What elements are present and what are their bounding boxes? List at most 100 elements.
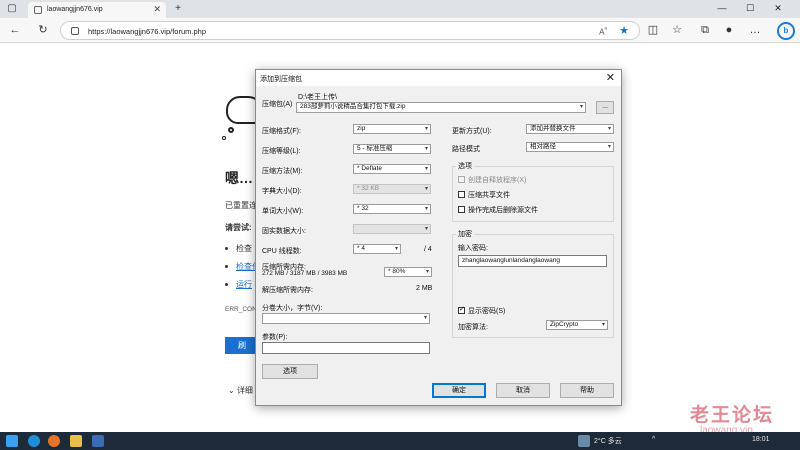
details-label: 详细 — [236, 386, 253, 395]
split-screen-icon[interactable]: ◫ — [646, 23, 660, 37]
chevron-down-icon[interactable]: ▾ — [608, 143, 611, 151]
ok-button[interactable]: 确定 — [432, 383, 486, 398]
details-toggle[interactable]: ⌄ 详细 — [228, 385, 253, 396]
shared-label[interactable]: 压缩共享文件 — [468, 190, 510, 200]
explorer-icon[interactable] — [70, 435, 82, 447]
level-select[interactable]: 5 - 标准压缩 ▾ — [353, 144, 431, 154]
method-select[interactable]: * Deflate ▾ — [353, 164, 431, 174]
nav-bar: ← ↻ https://laowangjjn676.vip/forum.php … — [0, 18, 800, 43]
decomp-value: 2 MB — [416, 285, 433, 292]
dialog-titlebar: 添加到压缩包 ✕ — [256, 70, 621, 86]
firefox-icon[interactable] — [48, 435, 60, 447]
path-select[interactable]: 相对路径 ▾ — [526, 142, 614, 152]
chevron-down-icon[interactable]: ▾ — [425, 165, 428, 173]
dialog-title: 添加到压缩包 — [260, 76, 302, 83]
new-tab-button[interactable]: + — [172, 3, 184, 15]
tab-actions-icon[interactable]: ▢ — [6, 3, 18, 15]
chevron-down-icon[interactable]: ▾ — [602, 321, 605, 329]
watermark-logo: 老王论坛 — [690, 405, 775, 426]
word-select[interactable]: * 32 ▾ — [353, 204, 431, 214]
favorites-icon[interactable]: ☆ — [670, 23, 684, 37]
chevron-down-icon[interactable]: ▾ — [580, 103, 583, 111]
close-window-button[interactable]: ✕ — [766, 1, 790, 16]
format-label: 压缩格式(F): — [262, 128, 301, 135]
chevron-down-icon[interactable]: ▾ — [424, 314, 427, 322]
archive-path-combo[interactable]: 283部萝莉小说精品合集打包下载.zip ▾ — [296, 102, 586, 113]
bing-chat-icon[interactable]: b — [777, 22, 795, 40]
mem-percent-select[interactable]: * 80% ▾ — [384, 267, 432, 277]
method-label: 压缩方法(M): — [262, 168, 303, 175]
url-text[interactable]: https://laowangjjn676.vip/forum.php — [88, 27, 206, 36]
maximize-button[interactable]: ☐ — [738, 1, 762, 16]
chevron-down-icon[interactable]: ▾ — [425, 205, 428, 213]
archive-app-icon[interactable] — [92, 435, 104, 447]
help-button[interactable]: 帮助 — [560, 383, 614, 398]
archive-label: 压缩包(A) — [262, 101, 293, 108]
page-title: 嗯… — [225, 170, 253, 186]
solid-select: ▾ — [353, 224, 431, 234]
shared-checkbox[interactable] — [458, 191, 465, 198]
tab-title: laowangjjn676.vip — [47, 6, 103, 13]
mem-value: 272 MB / 3187 MB / 3983 MB — [262, 270, 348, 277]
suggestion-3-link[interactable]: 运行 — [236, 279, 252, 290]
lock-icon[interactable] — [71, 27, 79, 35]
enc-method-select[interactable]: ZipCrypto ▾ — [546, 320, 608, 330]
cancel-button[interactable]: 取消 — [496, 383, 550, 398]
word-value: * 32 — [357, 205, 369, 212]
enc-method-label: 加密算法: — [458, 324, 488, 331]
dialog-close-icon[interactable]: ✕ — [606, 71, 615, 84]
start-icon[interactable] — [6, 435, 18, 447]
chevron-down-icon[interactable]: ▾ — [426, 268, 429, 276]
chevron-down-icon: ▾ — [424, 226, 428, 232]
params-input[interactable] — [262, 342, 430, 354]
clock[interactable]: 18:01 — [752, 436, 770, 443]
chevron-down-icon[interactable]: ▾ — [395, 245, 398, 253]
weather-icon[interactable] — [578, 435, 590, 447]
browse-button[interactable]: ... — [596, 101, 614, 114]
delete-checkbox[interactable] — [458, 206, 465, 213]
chevron-down-icon[interactable]: ▾ — [425, 145, 428, 153]
update-select[interactable]: 添加并替换文件 ▾ — [526, 124, 614, 134]
page-icon — [34, 6, 42, 14]
taskbar: 2°C 多云 ^ 18:01 — [0, 432, 800, 450]
solid-label: 固实数据大小: — [262, 228, 306, 235]
profile-avatar[interactable]: ● — [722, 23, 736, 37]
split-label: 分卷大小，字节(V): — [262, 305, 323, 312]
format-select[interactable]: zip ▾ — [353, 124, 431, 134]
options-button[interactable]: 选项 — [262, 364, 318, 379]
weather-text[interactable]: 2°C 多云 — [594, 436, 622, 446]
show-password-label[interactable]: 显示密码(S) — [468, 306, 505, 316]
split-size-combo[interactable]: ▾ — [262, 313, 430, 324]
collections-icon[interactable]: ⧉ — [698, 23, 712, 37]
cpu-select[interactable]: * 4 ▾ — [353, 244, 401, 254]
delete-label[interactable]: 操作完成后删除源文件 — [468, 205, 538, 215]
word-label: 单词大小(W): — [262, 208, 304, 215]
method-value: * Deflate — [357, 165, 382, 172]
show-password-checkbox[interactable] — [458, 305, 465, 314]
refresh-icon[interactable]: ↻ — [36, 23, 50, 37]
back-icon[interactable]: ← — [8, 23, 22, 37]
chevron-down-icon[interactable]: ▾ — [608, 125, 611, 133]
refresh-button[interactable]: 刷 — [225, 337, 259, 354]
password-input[interactable]: zhanglaowanglunlandanglaowang — [458, 255, 607, 267]
more-menu-icon[interactable]: … — [748, 23, 762, 37]
edge-icon[interactable] — [28, 435, 40, 447]
error-code: ERR_CON — [225, 306, 257, 313]
archive-dir: D:\老王上传\ — [298, 94, 337, 101]
tab-strip: ▢ laowangjjn676.vip ✕ + — ☐ ✕ — [0, 0, 800, 18]
chevron-down-icon[interactable]: ▾ — [425, 125, 428, 133]
minimize-button[interactable]: — — [710, 1, 734, 16]
cloud-bubble-icon — [228, 127, 234, 133]
decomp-label: 解压缩所需内存: — [262, 287, 313, 294]
address-bar[interactable]: https://laowangjjn676.vip/forum.php Aᵃ ★ — [60, 21, 640, 40]
read-aloud-icon[interactable]: Aᵃ — [599, 26, 607, 37]
level-label: 压缩等级(L): — [262, 148, 301, 155]
tab-active[interactable]: laowangjjn676.vip ✕ — [28, 2, 166, 18]
favorite-star-icon[interactable]: ★ — [619, 24, 629, 37]
path-label: 路径模式 — [452, 146, 480, 153]
cpu-total: / 4 — [424, 246, 432, 253]
close-tab-icon[interactable]: ✕ — [153, 4, 161, 15]
tray-chevron-icon[interactable]: ^ — [652, 436, 655, 443]
error-description: 已重置连 — [225, 201, 257, 210]
dict-label: 字典大小(D): — [262, 188, 302, 195]
